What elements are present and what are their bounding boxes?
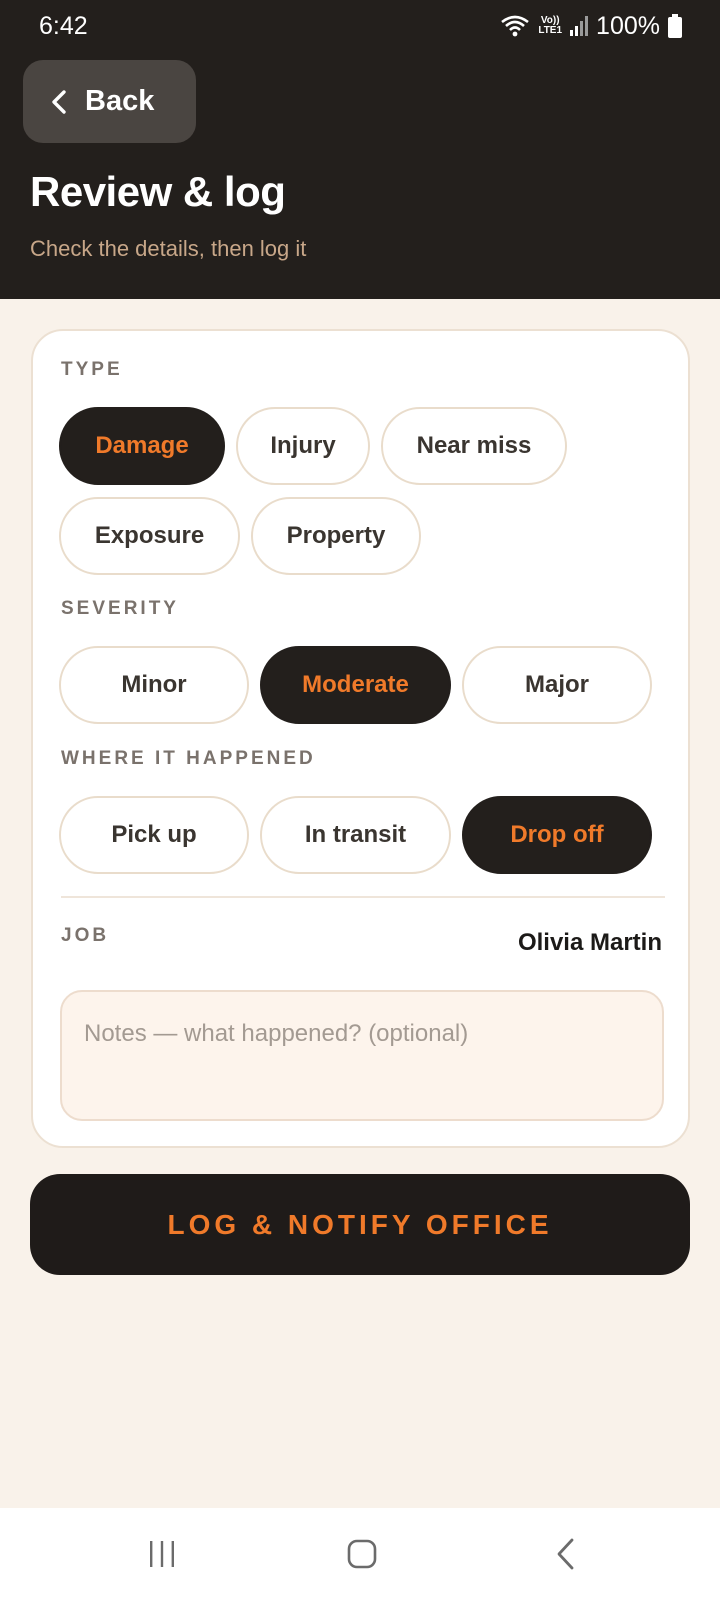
severity-chip-major[interactable]: Major (462, 646, 652, 724)
location-chip-in-transit[interactable]: In transit (260, 796, 451, 874)
back-button[interactable]: Back (23, 60, 196, 143)
back-nav-icon (557, 1538, 574, 1570)
notes-field[interactable] (60, 990, 664, 1121)
type-chip-injury[interactable]: Injury (236, 407, 370, 485)
job-value[interactable]: Olivia Martin (518, 929, 662, 957)
status-time: 6:42 (39, 12, 88, 40)
volte-bottom: LTE1 (538, 25, 563, 36)
location-chip-pick-up[interactable]: Pick up (59, 796, 249, 874)
type-label: TYPE (61, 359, 123, 380)
volte-indicator: Vo)) LTE1 (538, 16, 562, 36)
type-chip-exposure[interactable]: Exposure (59, 497, 240, 575)
type-chip-damage[interactable]: Damage (59, 407, 225, 485)
system-nav-bar (0, 1508, 720, 1600)
incident-form-card: TYPE Damage Injury Near miss Exposure Pr… (31, 329, 690, 1148)
log-notify-button[interactable]: LOG & NOTIFY OFFICE (30, 1174, 690, 1275)
severity-chip-moderate[interactable]: Moderate (260, 646, 451, 724)
signal-icon (570, 16, 589, 36)
nav-home-button[interactable] (302, 1508, 422, 1600)
type-chip-near-miss[interactable]: Near miss (381, 407, 567, 485)
home-icon (347, 1539, 377, 1569)
type-chip-property[interactable]: Property (251, 497, 421, 575)
nav-recents-button[interactable] (102, 1508, 222, 1600)
job-label: JOB (61, 925, 110, 946)
nav-back-button[interactable] (505, 1508, 625, 1600)
header: 6:42 Vo)) LTE1 100% Back Review & log Ch… (0, 0, 720, 299)
location-label: WHERE IT HAPPENED (61, 748, 316, 769)
status-icons: Vo)) LTE1 100% (500, 10, 682, 42)
page-subtitle: Check the details, then log it (30, 236, 307, 261)
severity-label: SEVERITY (61, 598, 179, 619)
status-bar: 6:42 Vo)) LTE1 100% (0, 0, 720, 52)
wifi-icon (501, 15, 530, 37)
battery-icon (668, 14, 682, 38)
recents-icon (150, 1541, 174, 1567)
chevron-left-icon (52, 89, 66, 114)
severity-chip-minor[interactable]: Minor (59, 646, 249, 724)
battery-percent: 100% (596, 11, 660, 40)
back-label: Back (85, 85, 155, 117)
divider (61, 896, 665, 898)
location-chip-drop-off[interactable]: Drop off (462, 796, 652, 874)
page-title: Review & log (30, 168, 286, 215)
